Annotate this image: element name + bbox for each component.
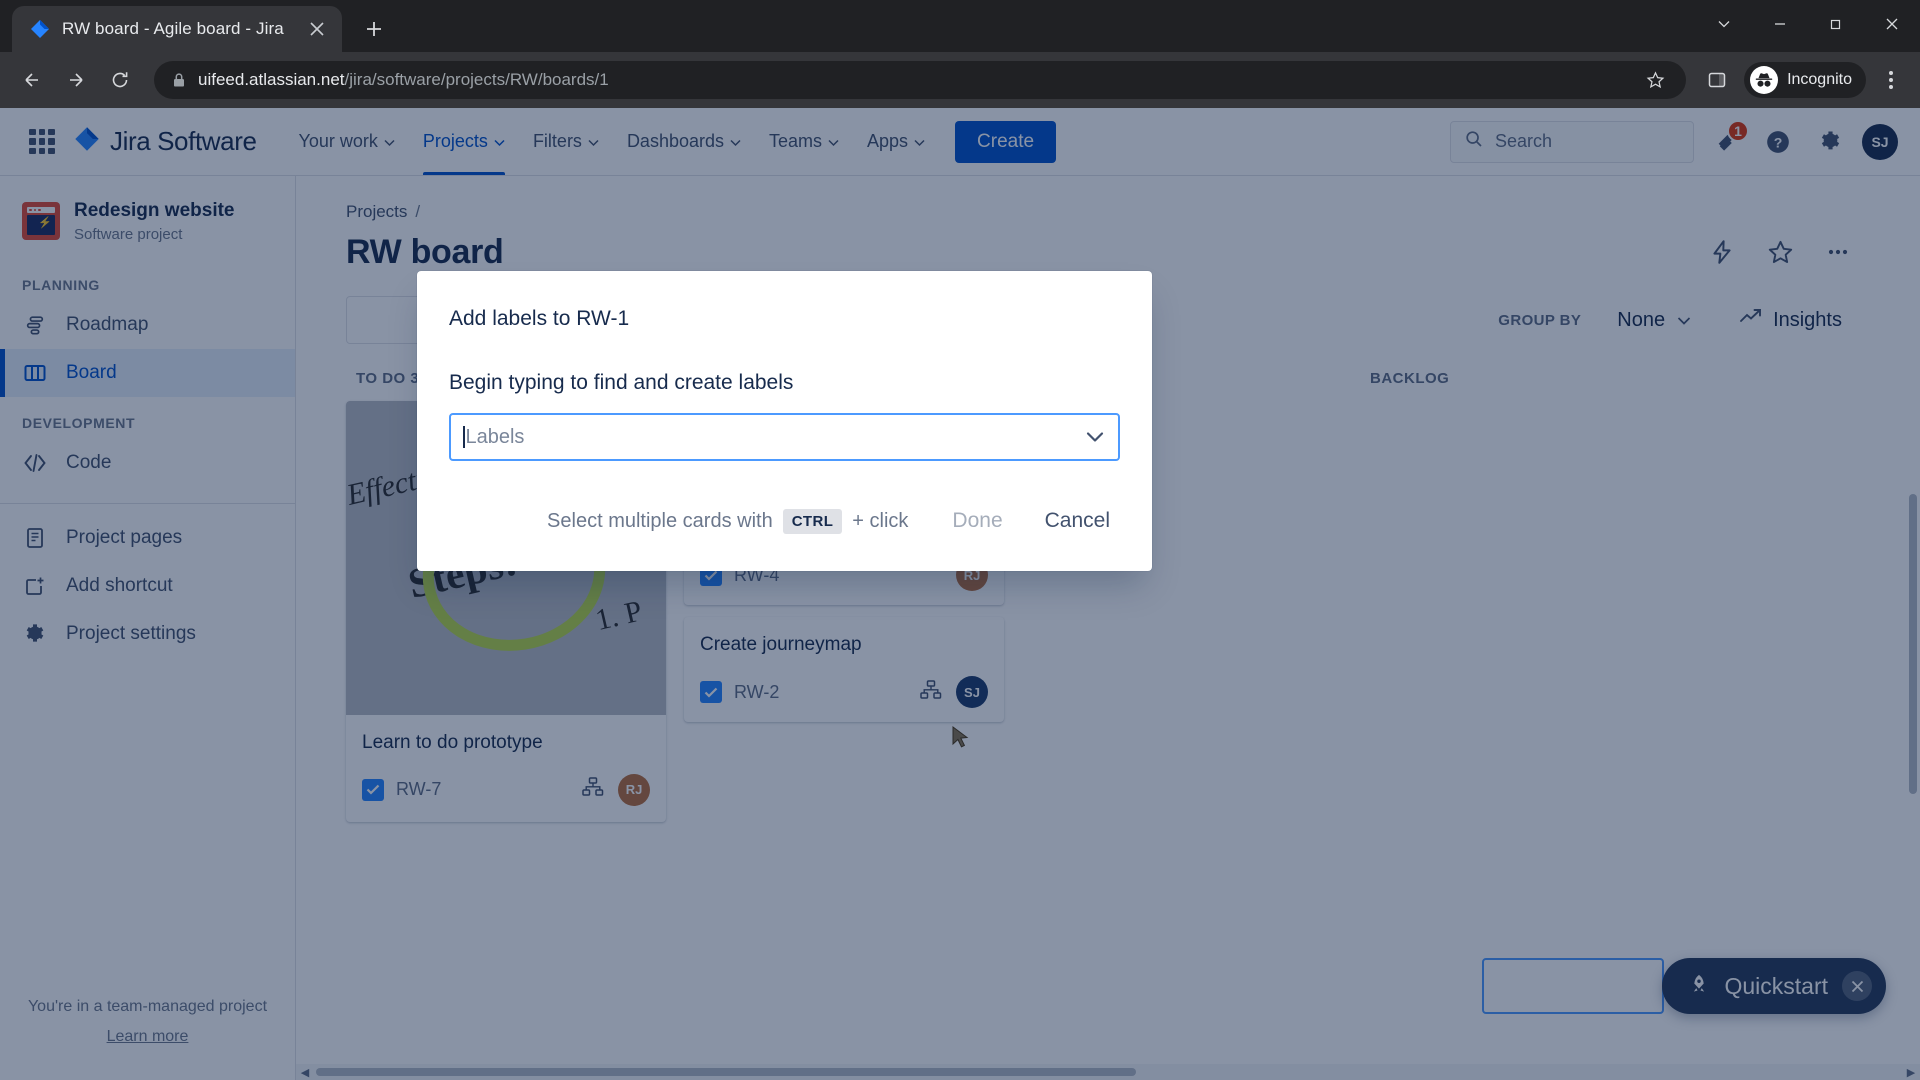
browser-tabstrip: RW board - Agile board - Jira: [0, 0, 1920, 52]
back-arrow-icon[interactable]: [12, 60, 52, 100]
modal-title: Add labels to RW-1: [449, 307, 630, 330]
mouse-cursor: [952, 726, 970, 757]
cancel-button[interactable]: Cancel: [1035, 501, 1120, 541]
maximize-icon[interactable]: [1808, 0, 1864, 48]
browser-toolbar: uifeed.atlassian.net/jira/software/proje…: [0, 52, 1920, 108]
window-controls: [1696, 0, 1920, 48]
done-button[interactable]: Done: [934, 501, 1020, 541]
browser-tab-title: RW board - Agile board - Jira: [62, 19, 284, 38]
incognito-label: Incognito: [1787, 71, 1852, 88]
plus-icon[interactable]: [356, 11, 392, 47]
lock-icon: [172, 72, 186, 88]
browser-tab[interactable]: RW board - Agile board - Jira: [12, 6, 342, 52]
forward-arrow-icon[interactable]: [56, 60, 96, 100]
close-icon[interactable]: [304, 16, 330, 42]
incognito-indicator[interactable]: Incognito: [1744, 62, 1866, 98]
minimize-icon[interactable]: [1752, 0, 1808, 48]
add-labels-modal: Add labels to RW-1 Begin typing to find …: [417, 271, 1152, 571]
hint-suffix: + click: [852, 509, 909, 532]
hint-prefix: Select multiple cards with: [547, 509, 773, 532]
text-caret: [463, 426, 465, 448]
kebab-menu-icon[interactable]: [1874, 63, 1908, 97]
close-icon[interactable]: [1864, 0, 1920, 48]
modal-footer: Select multiple cards with CTRL + click …: [449, 501, 1120, 541]
chevron-down-icon[interactable]: [1696, 0, 1752, 48]
modal-subtitle: Begin typing to find and create labels: [449, 371, 794, 394]
url-domain: uifeed.atlassian.net: [198, 70, 345, 89]
incognito-icon: [1750, 66, 1779, 94]
jira-diamond-icon: [30, 19, 50, 39]
labels-input-placeholder: Labels: [465, 425, 525, 448]
modal-overlay[interactable]: [0, 108, 1920, 1080]
ctrl-key-badge: CTRL: [782, 508, 843, 534]
chevron-down-icon[interactable]: [1086, 431, 1104, 443]
side-panel-icon[interactable]: [1700, 63, 1734, 97]
url-path: /jira/software/projects/RW/boards/1: [344, 70, 609, 89]
address-bar[interactable]: uifeed.atlassian.net/jira/software/proje…: [154, 61, 1687, 99]
reload-icon[interactable]: [100, 60, 140, 100]
browser-window: RW board - Agile board - Jira uifeed.atl…: [0, 0, 1920, 1080]
web-page: Jira Software Your work Projects Filters…: [0, 108, 1920, 1080]
address-bar-url: uifeed.atlassian.net/jira/software/proje…: [198, 70, 1626, 90]
multi-select-hint: Select multiple cards with CTRL + click: [547, 508, 909, 534]
star-icon[interactable]: [1638, 63, 1672, 97]
labels-input[interactable]: Labels: [449, 413, 1120, 461]
